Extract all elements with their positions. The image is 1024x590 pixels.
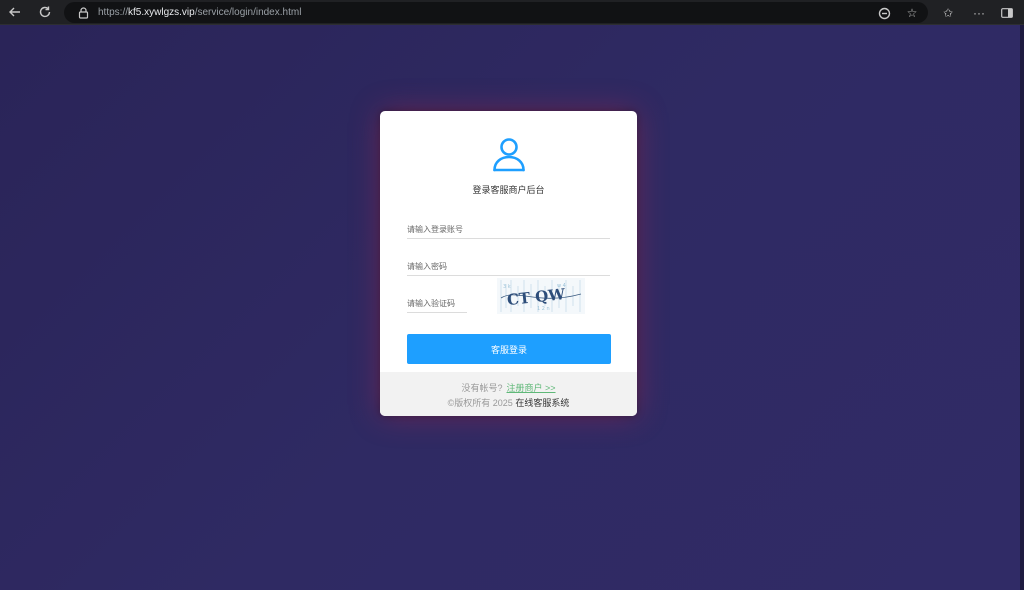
browser-essentials-icon[interactable] bbox=[876, 5, 892, 21]
page-background: 登录客服商户后台 3 kw 41 2 n CT QW 客服登录 bbox=[0, 25, 1024, 590]
copyright-text: ©版权所有 2025 在线客服系统 bbox=[380, 396, 637, 409]
page-scroll-edge bbox=[1020, 25, 1024, 590]
login-button[interactable]: 客服登录 bbox=[407, 334, 611, 364]
url-text[interactable]: https://kf5.xywlgzs.vip/service/login/in… bbox=[98, 7, 301, 18]
login-card: 登录客服商户后台 3 kw 41 2 n CT QW 客服登录 bbox=[380, 111, 637, 416]
svg-text:3 k: 3 k bbox=[503, 284, 511, 290]
login-footer: 没有帐号? 注册商户 >> ©版权所有 2025 在线客服系统 bbox=[380, 372, 637, 416]
account-input[interactable] bbox=[407, 221, 610, 239]
copyright-prefix: ©版权所有 2025 bbox=[447, 398, 513, 408]
back-button[interactable] bbox=[0, 0, 30, 25]
captcha-input[interactable] bbox=[407, 295, 467, 313]
svg-text:1 2 n: 1 2 n bbox=[537, 306, 550, 312]
lock-icon[interactable] bbox=[76, 6, 90, 20]
copyright-brand: 在线客服系统 bbox=[515, 398, 570, 408]
reload-icon bbox=[39, 6, 51, 18]
user-avatar-icon bbox=[493, 138, 525, 172]
more-icon[interactable]: ··· bbox=[970, 4, 988, 22]
login-title: 登录客服商户后台 bbox=[472, 185, 545, 195]
captcha-image[interactable]: 3 kw 41 2 n CT QW bbox=[497, 278, 585, 314]
register-line: 没有帐号? 注册商户 >> bbox=[380, 381, 637, 394]
register-link[interactable]: 注册商户 >> bbox=[507, 383, 556, 393]
star-icon[interactable]: ☆ bbox=[904, 5, 920, 21]
favorites-icon[interactable]: ✩ bbox=[939, 4, 957, 22]
browser-toolbar: https://kf5.xywlgzs.vip/service/login/in… bbox=[0, 0, 1024, 25]
address-bar[interactable]: https://kf5.xywlgzs.vip/service/login/in… bbox=[64, 2, 928, 23]
sidebar-icon[interactable] bbox=[998, 4, 1016, 22]
no-account-text: 没有帐号? bbox=[461, 383, 503, 393]
password-input[interactable] bbox=[407, 258, 610, 276]
reload-button[interactable] bbox=[30, 0, 60, 25]
arrow-left-icon bbox=[9, 7, 20, 17]
